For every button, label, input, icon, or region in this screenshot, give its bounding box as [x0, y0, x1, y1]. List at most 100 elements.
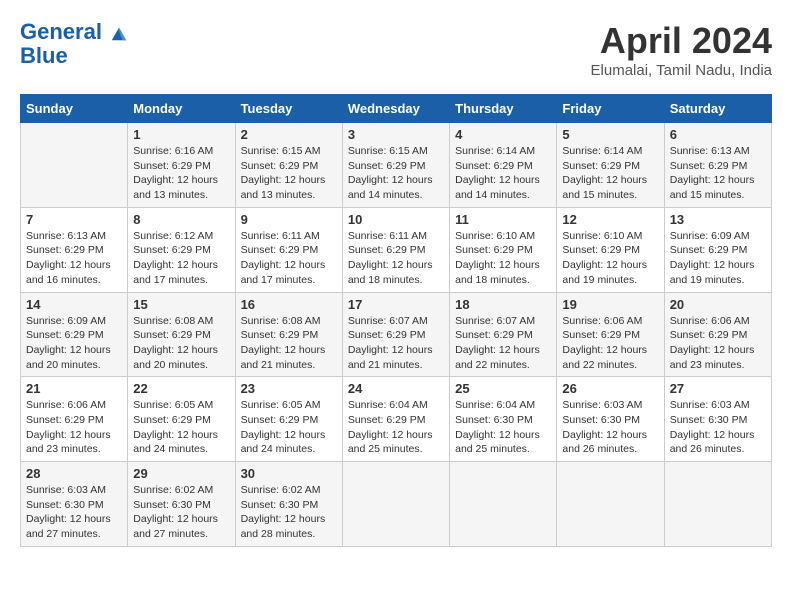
day-info: Sunrise: 6:02 AM Sunset: 6:30 PM Dayligh…: [241, 483, 337, 542]
day-number: 24: [348, 381, 444, 396]
day-number: 17: [348, 297, 444, 312]
calendar-cell: 29 Sunrise: 6:02 AM Sunset: 6:30 PM Dayli…: [128, 462, 235, 547]
day-number: 3: [348, 127, 444, 142]
day-info: Sunrise: 6:14 AM Sunset: 6:29 PM Dayligh…: [455, 144, 551, 203]
day-number: 12: [562, 212, 658, 227]
day-number: 22: [133, 381, 229, 396]
day-info: Sunrise: 6:08 AM Sunset: 6:29 PM Dayligh…: [133, 314, 229, 373]
logo-text2: Blue: [20, 44, 128, 68]
calendar-cell: 23Sunrise: 6:05 AM Sunset: 6:29 PM Dayli…: [235, 377, 342, 462]
calendar-cell: [21, 123, 128, 208]
calendar-cell: 25 Sunrise: 6:04 AM Sunset: 6:30 PM Dayli…: [450, 377, 557, 462]
logo: General Blue: [20, 20, 128, 68]
calendar-cell: 8 Sunrise: 6:12 AM Sunset: 6:29 PM Daylig…: [128, 207, 235, 292]
day-info: Sunrise: 6:13 AM Sunset: 6:29 PM Dayligh…: [26, 229, 122, 288]
day-number: 19: [562, 297, 658, 312]
day-number: 14: [26, 297, 122, 312]
day-number: 6: [670, 127, 766, 142]
calendar-title: April 2024: [591, 20, 772, 62]
calendar-cell: 26 Sunrise: 6:03 AM Sunset: 6:30 PM Dayli…: [557, 377, 664, 462]
title-area: April 2024 Elumalai, Tamil Nadu, India: [591, 20, 772, 79]
day-number: 2: [241, 127, 337, 142]
calendar-cell: 14 Sunrise: 6:09 AM Sunset: 6:29 PM Dayli…: [21, 292, 128, 377]
calendar-cell: 11Sunrise: 6:10 AM Sunset: 6:29 PM Dayli…: [450, 207, 557, 292]
calendar-cell: 19 Sunrise: 6:06 AM Sunset: 6:29 PM Dayli…: [557, 292, 664, 377]
day-info: Sunrise: 6:10 AM Sunset: 6:29 PM Dayligh…: [455, 229, 551, 288]
calendar-cell: 28Sunrise: 6:03 AM Sunset: 6:30 PM Dayli…: [21, 462, 128, 547]
weekday-header-sunday: Sunday: [21, 95, 128, 123]
day-number: 21: [26, 381, 122, 396]
calendar-cell: 5 Sunrise: 6:14 AM Sunset: 6:29 PM Daylig…: [557, 123, 664, 208]
calendar-cell: 21 Sunrise: 6:06 AM Sunset: 6:29 PM Dayli…: [21, 377, 128, 462]
day-number: 25: [455, 381, 551, 396]
calendar-cell: 10 Sunrise: 6:11 AM Sunset: 6:29 PM Dayli…: [342, 207, 449, 292]
day-info: Sunrise: 6:02 AM Sunset: 6:30 PM Dayligh…: [133, 483, 229, 542]
day-number: 7: [26, 212, 122, 227]
day-number: 8: [133, 212, 229, 227]
calendar-cell: 9 Sunrise: 6:11 AM Sunset: 6:29 PM Daylig…: [235, 207, 342, 292]
calendar-cell: 15 Sunrise: 6:08 AM Sunset: 6:29 PM Dayli…: [128, 292, 235, 377]
day-number: 1: [133, 127, 229, 142]
day-info: Sunrise: 6:06 AM Sunset: 6:29 PM Dayligh…: [562, 314, 658, 373]
day-info: Sunrise: 6:10 AM Sunset: 6:29 PM Dayligh…: [562, 229, 658, 288]
weekday-header-friday: Friday: [557, 95, 664, 123]
calendar-cell: 7 Sunrise: 6:13 AM Sunset: 6:29 PM Daylig…: [21, 207, 128, 292]
calendar-cell: 3 Sunrise: 6:15 AM Sunset: 6:29 PM Daylig…: [342, 123, 449, 208]
day-info: Sunrise: 6:11 AM Sunset: 6:29 PM Dayligh…: [241, 229, 337, 288]
calendar-cell: 12 Sunrise: 6:10 AM Sunset: 6:29 PM Dayli…: [557, 207, 664, 292]
day-info: Sunrise: 6:15 AM Sunset: 6:29 PM Dayligh…: [241, 144, 337, 203]
day-number: 16: [241, 297, 337, 312]
day-info: Sunrise: 6:05 AM Sunset: 6:29 PM Dayligh…: [133, 398, 229, 457]
day-info: Sunrise: 6:13 AM Sunset: 6:29 PM Dayligh…: [670, 144, 766, 203]
day-info: Sunrise: 6:06 AM Sunset: 6:29 PM Dayligh…: [26, 398, 122, 457]
day-info: Sunrise: 6:15 AM Sunset: 6:29 PM Dayligh…: [348, 144, 444, 203]
calendar-cell: 17Sunrise: 6:07 AM Sunset: 6:29 PM Dayli…: [342, 292, 449, 377]
weekday-header-tuesday: Tuesday: [235, 95, 342, 123]
calendar-cell: 30 Sunrise: 6:02 AM Sunset: 6:30 PM Dayli…: [235, 462, 342, 547]
day-info: Sunrise: 6:14 AM Sunset: 6:29 PM Dayligh…: [562, 144, 658, 203]
day-number: 10: [348, 212, 444, 227]
day-info: Sunrise: 6:09 AM Sunset: 6:29 PM Dayligh…: [26, 314, 122, 373]
day-info: Sunrise: 6:08 AM Sunset: 6:29 PM Dayligh…: [241, 314, 337, 373]
weekday-header-monday: Monday: [128, 95, 235, 123]
day-info: Sunrise: 6:09 AM Sunset: 6:29 PM Dayligh…: [670, 229, 766, 288]
day-number: 15: [133, 297, 229, 312]
calendar-cell: 2 Sunrise: 6:15 AM Sunset: 6:29 PM Daylig…: [235, 123, 342, 208]
calendar-cell: 22 Sunrise: 6:05 AM Sunset: 6:29 PM Dayli…: [128, 377, 235, 462]
day-info: Sunrise: 6:16 AM Sunset: 6:29 PM Dayligh…: [133, 144, 229, 203]
day-info: Sunrise: 6:12 AM Sunset: 6:29 PM Dayligh…: [133, 229, 229, 288]
day-number: 5: [562, 127, 658, 142]
day-number: 30: [241, 466, 337, 481]
day-number: 9: [241, 212, 337, 227]
day-info: Sunrise: 6:06 AM Sunset: 6:29 PM Dayligh…: [670, 314, 766, 373]
weekday-header-wednesday: Wednesday: [342, 95, 449, 123]
calendar-cell: 13 Sunrise: 6:09 AM Sunset: 6:29 PM Dayli…: [664, 207, 771, 292]
day-info: Sunrise: 6:07 AM Sunset: 6:29 PM Dayligh…: [455, 314, 551, 373]
calendar-cell: [342, 462, 449, 547]
calendar-cell: 1 Sunrise: 6:16 AM Sunset: 6:29 PM Daylig…: [128, 123, 235, 208]
day-number: 29: [133, 466, 229, 481]
calendar-cell: [664, 462, 771, 547]
calendar-cell: 6 Sunrise: 6:13 AM Sunset: 6:29 PM Daylig…: [664, 123, 771, 208]
day-info: Sunrise: 6:04 AM Sunset: 6:29 PM Dayligh…: [348, 398, 444, 457]
calendar-cell: 24 Sunrise: 6:04 AM Sunset: 6:29 PM Dayli…: [342, 377, 449, 462]
weekday-header-saturday: Saturday: [664, 95, 771, 123]
day-info: Sunrise: 6:04 AM Sunset: 6:30 PM Dayligh…: [455, 398, 551, 457]
header: General Blue April 2024 Elumalai, Tamil …: [20, 20, 772, 79]
calendar-table: SundayMondayTuesdayWednesdayThursdayFrid…: [20, 94, 772, 547]
calendar-cell: 20 Sunrise: 6:06 AM Sunset: 6:29 PM Dayli…: [664, 292, 771, 377]
day-number: 13: [670, 212, 766, 227]
day-number: 20: [670, 297, 766, 312]
calendar-cell: [450, 462, 557, 547]
day-number: 28: [26, 466, 122, 481]
calendar-cell: 18Sunrise: 6:07 AM Sunset: 6:29 PM Dayli…: [450, 292, 557, 377]
calendar-cell: [557, 462, 664, 547]
day-info: Sunrise: 6:11 AM Sunset: 6:29 PM Dayligh…: [348, 229, 444, 288]
calendar-subtitle: Elumalai, Tamil Nadu, India: [591, 62, 772, 79]
day-info: Sunrise: 6:03 AM Sunset: 6:30 PM Dayligh…: [562, 398, 658, 457]
day-number: 4: [455, 127, 551, 142]
day-number: 27: [670, 381, 766, 396]
day-number: 26: [562, 381, 658, 396]
calendar-cell: 27Sunrise: 6:03 AM Sunset: 6:30 PM Dayli…: [664, 377, 771, 462]
calendar-cell: 16 Sunrise: 6:08 AM Sunset: 6:29 PM Dayli…: [235, 292, 342, 377]
